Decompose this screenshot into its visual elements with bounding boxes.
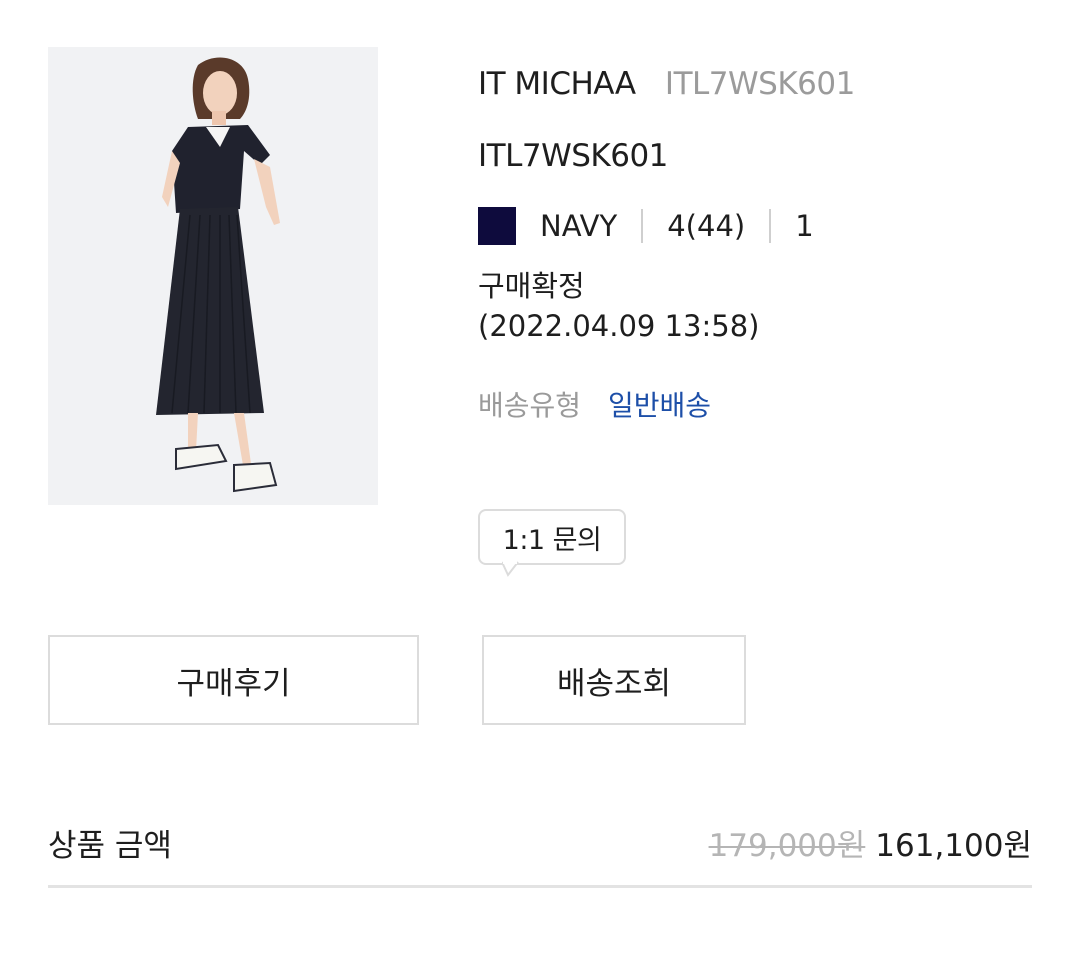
option-size: 4(44) [667, 209, 746, 243]
brand-line: IT MICHAA ITL7WSK601 [478, 62, 1038, 106]
bottom-divider [48, 885, 1032, 888]
order-status-date: (2022.04.09 13:58) [478, 309, 760, 343]
order-status: 구매확정 [478, 269, 585, 303]
shipping-type-label: 배송유형 [478, 389, 582, 422]
inquiry-button[interactable]: 1:1 문의 [478, 509, 628, 577]
option-divider [641, 209, 644, 243]
color-swatch [478, 207, 516, 245]
original-price: 179,000원 [708, 827, 866, 864]
product-info: IT MICHAA ITL7WSK601 ITL7WSK601 NAVY 4(4… [478, 62, 1038, 426]
speech-tail-icon [502, 561, 519, 577]
track-delivery-button[interactable]: 배송조회 [482, 635, 746, 725]
write-review-button[interactable]: 구매후기 [48, 635, 419, 725]
option-quantity: 1 [795, 209, 814, 243]
shipping-type-row: 배송유형 일반배송 [478, 386, 1038, 426]
price-label: 상품 금액 [48, 827, 172, 864]
sale-price: 161,100원 [875, 827, 1032, 864]
price-row: 상품 금액 179,000원 161,100원 [48, 818, 1032, 866]
price-values: 179,000원 161,100원 [709, 820, 1032, 865]
shipping-type-value: 일반배송 [607, 389, 711, 422]
order-item-page: IT MICHAA ITL7WSK601 ITL7WSK601 NAVY 4(4… [0, 0, 1080, 974]
product-image[interactable] [48, 47, 378, 505]
inquiry-bubble: 1:1 문의 [478, 509, 626, 565]
option-row: NAVY 4(44) 1 [478, 206, 1038, 246]
product-name[interactable]: ITL7WSK601 [478, 134, 1038, 178]
inquiry-label: 1:1 문의 [502, 524, 602, 556]
option-divider [769, 209, 772, 243]
product-photo-illustration [48, 47, 378, 505]
brand-name[interactable]: IT MICHAA [478, 66, 636, 102]
option-color: NAVY [540, 209, 618, 243]
brand-code: ITL7WSK601 [664, 66, 855, 102]
